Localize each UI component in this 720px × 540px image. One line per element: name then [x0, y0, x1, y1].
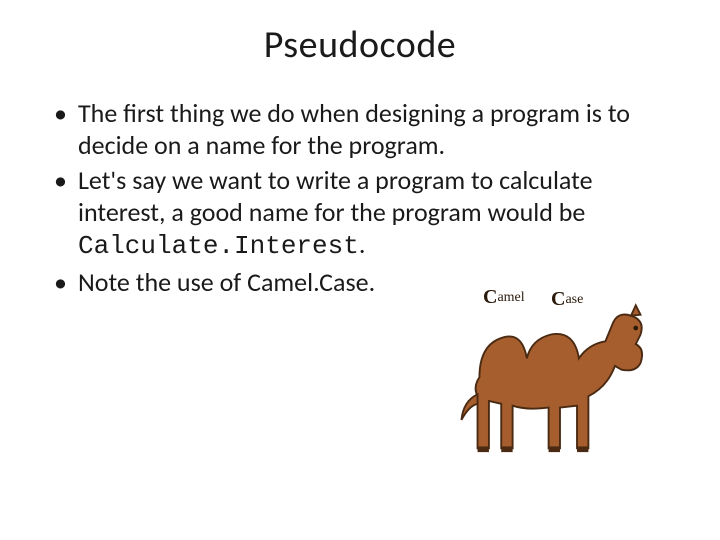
bullet-text: Note the use of Camel.Case. [78, 266, 375, 298]
slide-content: The first thing we do when designing a p… [0, 98, 720, 298]
bullet-text-post: . [359, 228, 366, 260]
camel-label-2-rest: ase [565, 292, 583, 307]
bullet-text: The first thing we do when designing a p… [78, 97, 630, 161]
bullet-list: The first thing we do when designing a p… [54, 98, 684, 298]
slide: Pseudocode The first thing we do when de… [0, 22, 720, 540]
camel-label-1-cap: C [483, 286, 497, 308]
camel-label-2-cap: C [551, 288, 565, 310]
bullet-item: Let's say we want to write a program to … [54, 165, 684, 262]
camel-eye-icon [633, 326, 638, 331]
bullet-text: Let's say we want to write a program to … [78, 164, 593, 228]
camelcase-illustration: Camel Case [443, 292, 658, 472]
camel-label-1: Camel [483, 286, 525, 309]
camel-label-1-rest: amel [497, 290, 524, 305]
camel-icon [443, 292, 658, 472]
code-literal: Calculate.Interest [78, 231, 359, 261]
bullet-item: The first thing we do when designing a p… [54, 98, 684, 161]
slide-title: Pseudocode [0, 22, 720, 68]
camel-label-2: Case [551, 288, 583, 311]
